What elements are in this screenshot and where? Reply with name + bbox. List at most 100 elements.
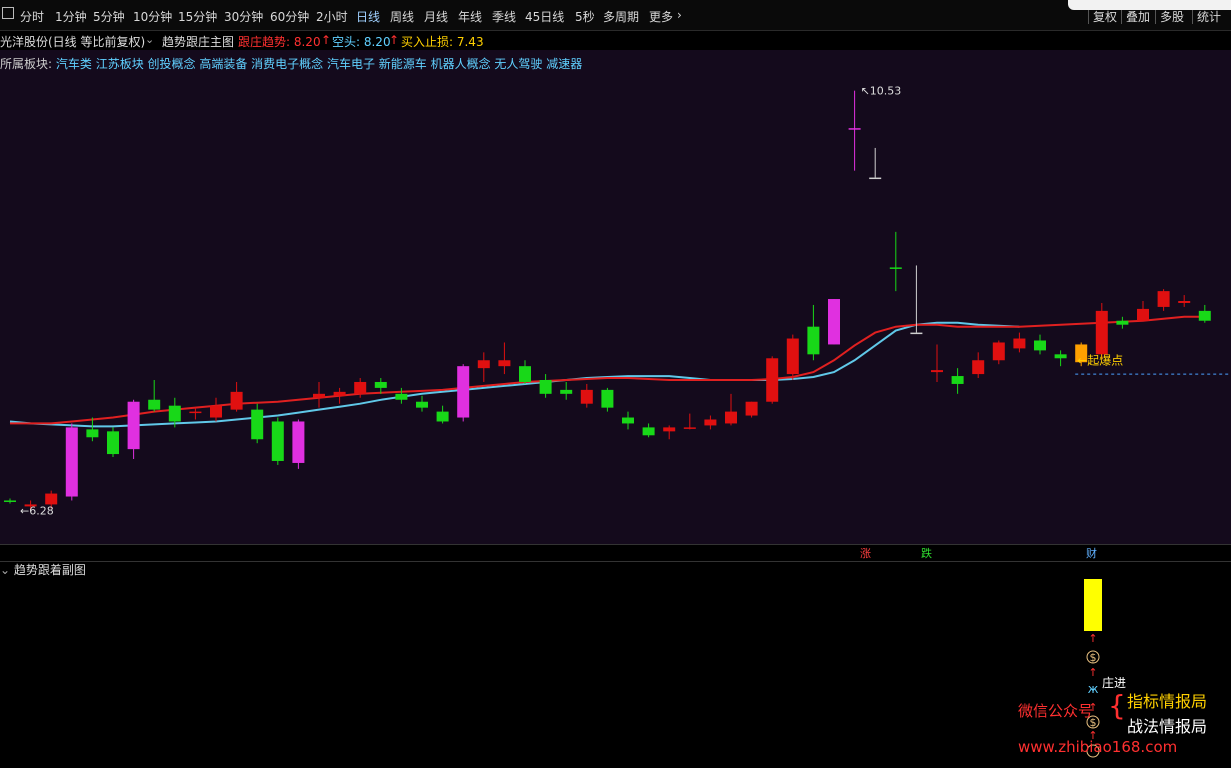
candlestick-svg: ↖10.53 ←6.28 ←起爆点: [4, 85, 1229, 517]
period-tab[interactable]: 周线: [390, 8, 414, 25]
candle-body: [931, 370, 943, 373]
period-tab[interactable]: 分时: [20, 8, 44, 25]
period-tab[interactable]: 季线: [492, 8, 516, 25]
candle-body: [4, 500, 16, 502]
candle-body: [168, 405, 181, 422]
candle: [1034, 334, 1046, 355]
period-toolbar: 分时 1分钟 5分钟 10分钟 15分钟 30分钟 60分钟 2小时 日线 周线 月线 年线 季线 45日…: [0, 0, 1231, 31]
candle-body: [436, 411, 449, 422]
arrow-icon: ↑: [1088, 666, 1097, 679]
collapse-icon[interactable]: ⌄: [145, 33, 154, 46]
candle-body: [292, 421, 305, 463]
candle: [580, 383, 593, 408]
candle: [931, 344, 943, 382]
candle: [683, 413, 696, 430]
candle: [972, 352, 985, 379]
toolbar-button[interactable]: 叠加: [1126, 8, 1150, 25]
candle-body: [189, 411, 202, 414]
candle: [127, 399, 140, 459]
candle-body: [1034, 340, 1046, 351]
candle: [374, 378, 387, 394]
period-tab[interactable]: 2小时: [316, 8, 348, 25]
candle-body: [580, 389, 593, 404]
period-tab[interactable]: 15分钟: [178, 8, 217, 25]
candle-body: [663, 427, 676, 432]
candle-body: [807, 326, 820, 355]
candle-body: [313, 393, 325, 398]
candle-body: [271, 421, 284, 461]
stop-loss-value: 买入止损: 7.43: [401, 35, 484, 49]
period-tab[interactable]: 60分钟: [270, 8, 309, 25]
sector-list[interactable]: 汽车类 江苏板块 创投概念 高端装备 消费电子概念 汽车电子 新能源车 机器人概…: [56, 57, 582, 71]
wm-url[interactable]: www.zhibiao168.com: [1018, 738, 1177, 756]
candle-body: [1013, 338, 1026, 349]
candle: [477, 352, 490, 382]
period-tab[interactable]: 日线: [356, 8, 380, 25]
candle-body: [539, 380, 552, 394]
period-tab[interactable]: 10分钟: [133, 8, 172, 25]
period-tab[interactable]: 更多: [649, 8, 673, 25]
candle: [869, 147, 882, 180]
menu-icon[interactable]: [2, 7, 14, 19]
candle-body: [725, 411, 737, 424]
period-tab[interactable]: 月线: [424, 8, 448, 25]
info-bar: 光洋股份(日线 等比前复权) ⌄ 趋势跟庄主图 跟庄趋势: 8.20 ↑ 空头:…: [0, 31, 1231, 51]
candle: [251, 403, 264, 444]
candle-body: [457, 366, 470, 418]
marker-up: 涨: [860, 547, 871, 560]
candle-body: [972, 360, 985, 375]
candle-body: [601, 389, 614, 408]
toolbar-button[interactable]: 复权: [1093, 8, 1117, 25]
main-candlestick-chart[interactable]: ↖10.53 ←6.28 ←起爆点: [0, 50, 1231, 546]
sector-bar: 所属板块: 汽车类 江苏板块 创投概念 高端装备 消费电子概念 汽车电子 新能源…: [0, 55, 582, 73]
toolbar-separator: [1192, 10, 1193, 24]
candle-body: [869, 177, 882, 180]
period-tab[interactable]: 30分钟: [224, 8, 263, 25]
signal-marker-row: 涨 跌 财: [0, 544, 1231, 562]
candle: [210, 397, 222, 422]
watermark: 微信公众号 { 指标情报局 战法情报局 www.zhibiao168.com: [1018, 688, 1231, 764]
short-value: 空头: 8.20: [332, 35, 391, 49]
period-tab[interactable]: 5分钟: [93, 8, 125, 25]
candle-body: [704, 419, 717, 426]
toolbar-button[interactable]: 统计: [1197, 8, 1221, 25]
wm-line1: 指标情报局: [1127, 692, 1208, 711]
trend-value: 跟庄趋势: 8.20: [238, 35, 321, 49]
candle-body: [107, 431, 119, 455]
chevron-right-icon[interactable]: ›: [677, 8, 682, 22]
wm-wechat: 微信公众号: [1018, 702, 1094, 720]
candle-body: [395, 393, 408, 400]
candle: [498, 342, 511, 375]
candle-body: [210, 405, 222, 418]
period-tab[interactable]: 年线: [458, 8, 482, 25]
candle: [601, 387, 614, 412]
toolbar-button[interactable]: 多股: [1160, 8, 1184, 25]
period-tab[interactable]: 1分钟: [55, 8, 87, 25]
candle-body: [86, 429, 99, 438]
low-label: ←6.28: [20, 504, 54, 517]
candle: [313, 381, 325, 408]
candle-body: [1054, 354, 1067, 359]
candle-body: [1178, 301, 1191, 303]
candle-body: [1157, 291, 1170, 307]
candle-body: [148, 399, 161, 410]
candle-body: [416, 401, 428, 408]
marker-down: 跌: [921, 547, 932, 560]
candle: [333, 387, 346, 404]
candle: [992, 340, 1005, 365]
period-tab[interactable]: 5秒: [575, 8, 595, 25]
period-tab[interactable]: 45日线: [525, 8, 564, 25]
wm-brace-icon: {: [1108, 689, 1126, 722]
candle-body: [889, 267, 902, 269]
candle: [807, 304, 820, 361]
candle-body: [374, 381, 387, 388]
candle: [457, 364, 470, 422]
candle-body: [1095, 310, 1108, 355]
candle: [189, 407, 202, 420]
period-tab[interactable]: 多周期: [603, 8, 639, 25]
candle: [539, 374, 552, 398]
candle-body: [848, 128, 861, 130]
candle: [1054, 350, 1067, 367]
candle-body: [333, 391, 346, 396]
candle-body: [642, 427, 655, 436]
